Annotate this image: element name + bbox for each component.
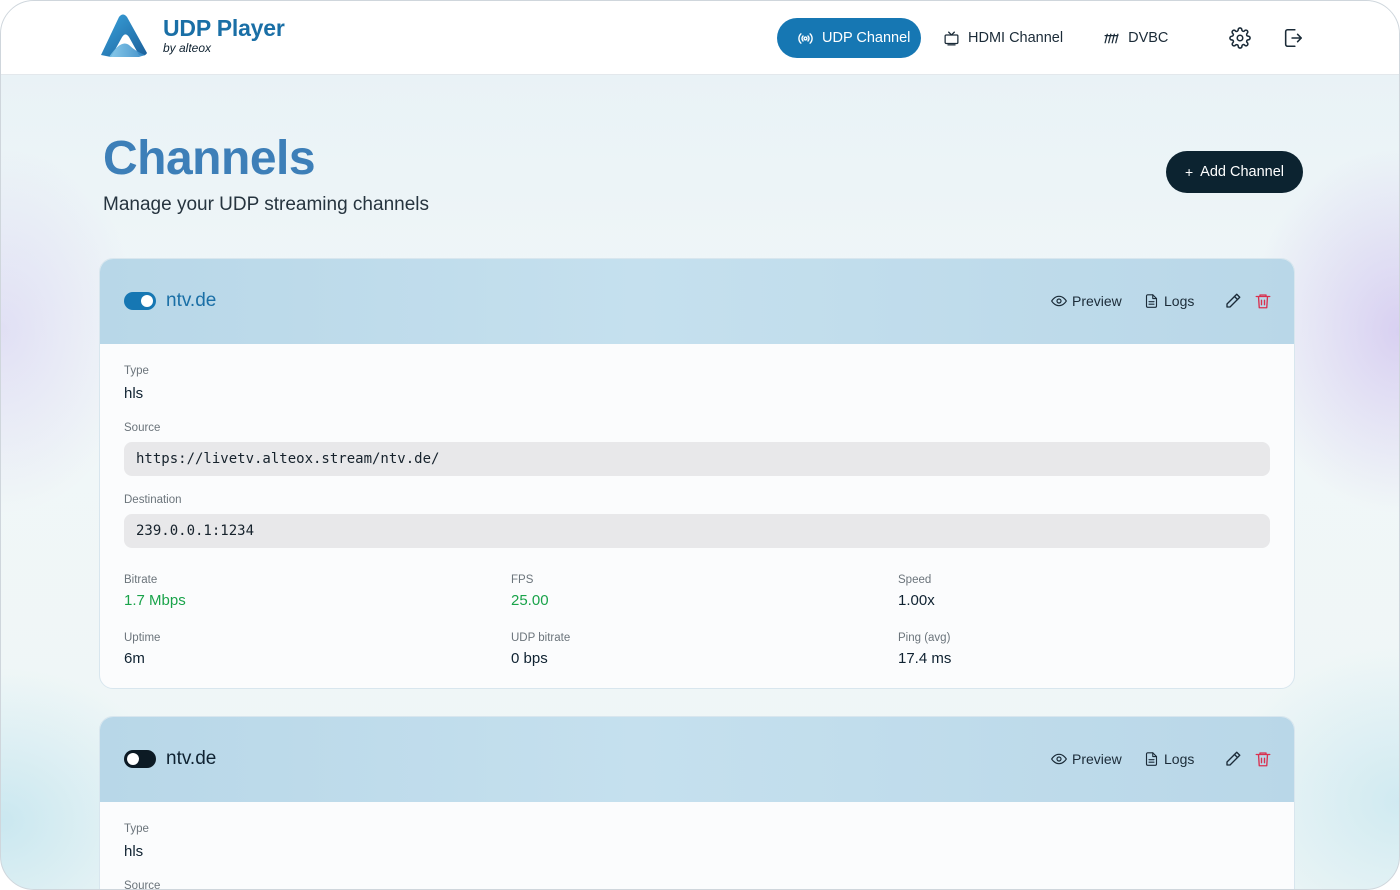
bitrate-label: Bitrate bbox=[124, 574, 158, 586]
nav-udp-channel-label: UDP Channel bbox=[822, 30, 911, 46]
eye-icon bbox=[1051, 753, 1067, 765]
preview-label: Preview bbox=[1072, 751, 1122, 767]
top-bar: UDP Player by alteox UDP Channel HDMI Ch… bbox=[1, 1, 1399, 75]
type-value: hls bbox=[124, 843, 144, 860]
add-channel-label: Add Channel bbox=[1200, 164, 1285, 180]
broadcast-icon bbox=[797, 30, 814, 47]
speed-value: 1.00x bbox=[898, 592, 935, 609]
toggle-knob bbox=[141, 295, 153, 307]
logs-label: Logs bbox=[1164, 293, 1195, 309]
type-label: Type bbox=[124, 365, 149, 377]
page-title: Channels bbox=[103, 132, 316, 185]
signal-bars-icon bbox=[1103, 30, 1120, 47]
edit-pencil-icon[interactable] bbox=[1224, 292, 1242, 310]
plus-icon: + bbox=[1184, 164, 1194, 180]
logs-button[interactable]: Logs bbox=[1144, 751, 1194, 767]
delete-trash-icon[interactable] bbox=[1254, 750, 1272, 768]
document-icon bbox=[1145, 752, 1158, 766]
speed-label: Speed bbox=[898, 574, 932, 586]
app-name: UDP Player bbox=[163, 14, 285, 41]
ping-value: 17.4 ms bbox=[898, 650, 952, 667]
udp-bitrate-label: UDP bitrate bbox=[511, 632, 571, 644]
page-subtitle: Manage your UDP streaming channels bbox=[103, 194, 429, 215]
logout-icon[interactable] bbox=[1282, 27, 1304, 49]
document-icon bbox=[1145, 294, 1158, 308]
destination-label: Destination bbox=[124, 494, 182, 506]
channel-card-header: ntv.de Preview Logs bbox=[100, 259, 1294, 344]
toggle-knob bbox=[127, 753, 139, 765]
source-label: Source bbox=[124, 880, 161, 890]
channel-name: ntv.de bbox=[166, 290, 217, 311]
ping-label: Ping (avg) bbox=[898, 632, 951, 644]
app-logo[interactable]: UDP Player by alteox bbox=[99, 13, 285, 57]
add-channel-button[interactable]: + Add Channel bbox=[1166, 151, 1303, 193]
preview-button[interactable]: Preview bbox=[1051, 293, 1122, 309]
channel-card-header: ntv.de Preview Logs bbox=[100, 717, 1294, 802]
udp-player-logo-icon bbox=[101, 14, 147, 57]
destination-field: 239.0.0.1:1234 bbox=[124, 514, 1270, 548]
fps-value: 25.00 bbox=[511, 592, 549, 609]
tv-icon bbox=[943, 30, 960, 47]
nav-dvbc[interactable]: DVBC bbox=[1083, 18, 1188, 58]
app-window: UDP Player by alteox UDP Channel HDMI Ch… bbox=[0, 0, 1400, 890]
edit-pencil-icon[interactable] bbox=[1224, 750, 1242, 768]
preview-label: Preview bbox=[1072, 293, 1122, 309]
nav-hdmi-channel[interactable]: HDMI Channel bbox=[923, 18, 1083, 58]
nav-hdmi-channel-label: HDMI Channel bbox=[968, 30, 1064, 46]
gear-icon[interactable] bbox=[1229, 27, 1251, 49]
channel-card: ntv.de Preview Logs Type hls Source http… bbox=[99, 258, 1295, 689]
nav-dvbc-label: DVBC bbox=[1128, 30, 1169, 46]
uptime-label: Uptime bbox=[124, 632, 161, 644]
delete-trash-icon[interactable] bbox=[1254, 292, 1272, 310]
logs-button[interactable]: Logs bbox=[1144, 293, 1194, 309]
type-value: hls bbox=[124, 385, 144, 402]
source-field: https://livetv.alteox.stream/ntv.de/ bbox=[124, 442, 1270, 476]
channel-name: ntv.de bbox=[166, 748, 217, 769]
logs-label: Logs bbox=[1164, 751, 1195, 767]
bitrate-value: 1.7 Mbps bbox=[124, 592, 186, 609]
channel-card: ntv.de Preview Logs Type hls Source bbox=[99, 716, 1295, 890]
app-byline: by alteox bbox=[163, 40, 212, 55]
fps-label: FPS bbox=[511, 574, 534, 586]
nav-udp-channel[interactable]: UDP Channel bbox=[777, 18, 921, 58]
channel-enabled-toggle[interactable] bbox=[124, 292, 156, 310]
udp-bitrate-value: 0 bps bbox=[511, 650, 548, 667]
preview-button[interactable]: Preview bbox=[1051, 751, 1122, 767]
source-label: Source bbox=[124, 422, 161, 434]
eye-icon bbox=[1051, 295, 1067, 307]
uptime-value: 6m bbox=[124, 650, 145, 667]
channel-enabled-toggle[interactable] bbox=[124, 750, 156, 768]
type-label: Type bbox=[124, 823, 149, 835]
main-nav: UDP Channel HDMI Channel DVBC bbox=[777, 18, 1188, 58]
